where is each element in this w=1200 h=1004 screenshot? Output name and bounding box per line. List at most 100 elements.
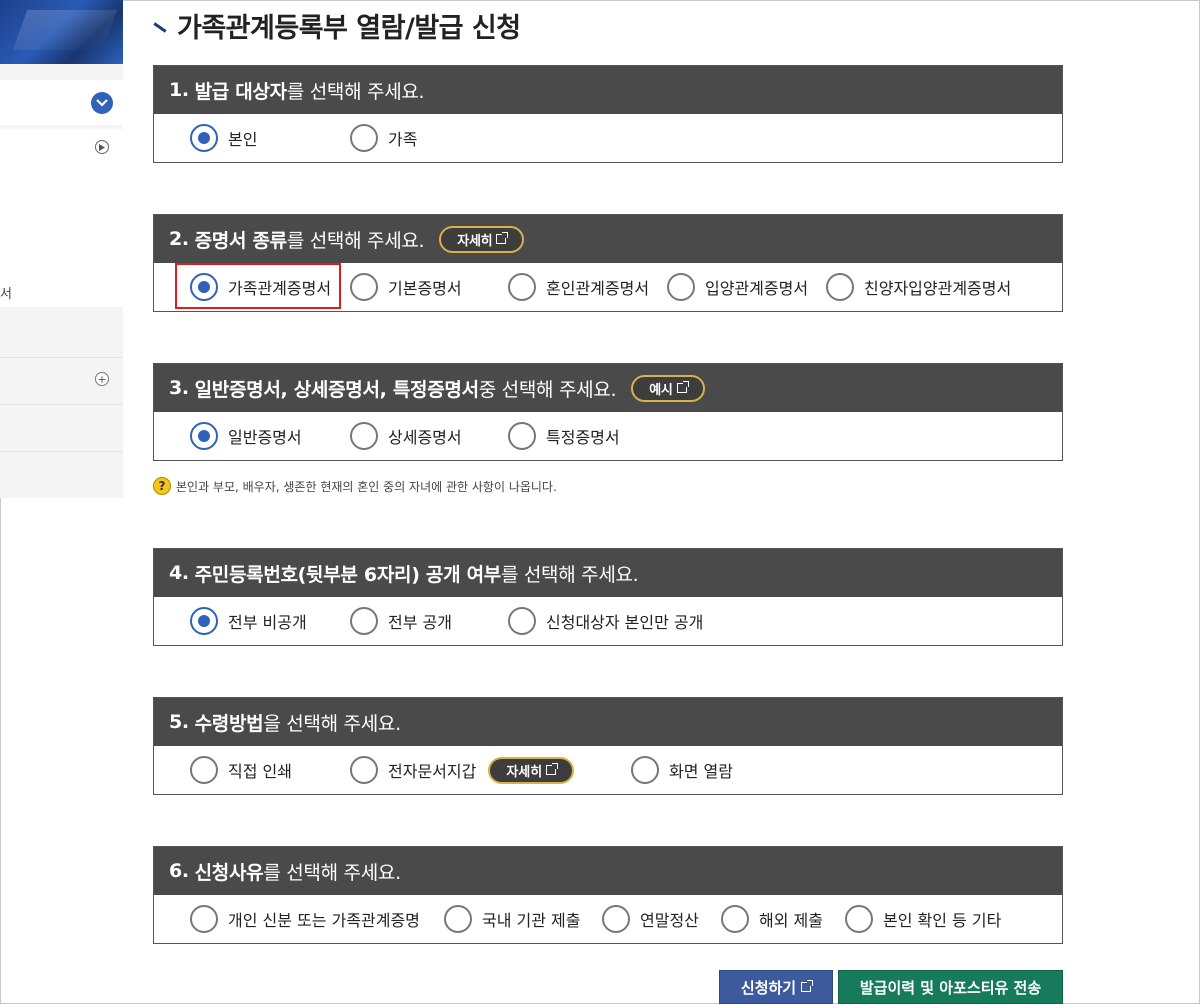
example-button[interactable]: 예시 [631,374,705,402]
section-header: 1. 발급 대상자 를 선택해 주세요. [154,66,1062,114]
section-header: 5. 수령방법 을 선택해 주세요. [154,698,1062,746]
section-header: 2. 증명서 종류 를 선택해 주세요. 자세히 [154,215,1062,263]
radio-button[interactable] [508,422,536,450]
radio-button[interactable] [190,422,218,450]
radio-label: 상세증명서 [388,428,462,447]
radio-option-family[interactable]: 가족 [350,123,417,153]
radio-option-self[interactable]: 본인 [190,123,257,153]
section-header: 3. 일반증명서, 상세증명서, 특정증명서 중 선택해 주세요. 예시 [154,364,1062,412]
radio-button[interactable] [190,756,218,784]
section-number: 6. [169,860,189,882]
radio-button[interactable] [444,905,472,933]
radio-button[interactable] [845,905,873,933]
details-button[interactable]: 자세히 [439,225,525,253]
radio-button[interactable] [350,422,378,450]
radio-option-specific[interactable]: 특정증명서 [508,421,620,451]
title-tick-icon [153,21,167,33]
section-title-bold: 신청사유 [194,861,264,884]
radio-option-tax[interactable]: 연말정산 [602,904,699,934]
radio-option-all-public[interactable]: 전부 공개 [350,606,452,636]
radio-option-basic[interactable]: 기본증명서 [350,272,462,302]
section-options: 일반증명서 상세증명서 특정증명서 [154,412,1062,460]
question-icon: ? [153,477,171,495]
radio-button[interactable] [190,273,218,301]
wallet-details-button[interactable]: 자세히 [488,756,575,784]
radio-button[interactable] [350,607,378,635]
details-button-label: 자세히 [506,764,543,780]
apply-button[interactable]: 신청하기 [719,970,833,1004]
section-options: 직접 인쇄 전자문서지갑 자세히 화면 열람 [154,746,1062,794]
radio-button[interactable] [602,905,630,933]
radio-button[interactable] [508,273,536,301]
radio-button[interactable] [190,905,218,933]
radio-option-screen-view[interactable]: 화면 열람 [631,755,733,785]
radio-button[interactable] [667,273,695,301]
radio-label: 본인 [228,130,258,149]
radio-button[interactable] [190,124,218,152]
radio-option-general[interactable]: 일반증명서 [190,421,302,451]
section-header: 4. 주민등록번호(뒷부분 6자리) 공개 여부 를 선택해 주세요. [154,549,1062,597]
section-title-rest: 을 선택해 주세요. [263,712,401,735]
radio-option-family-relation[interactable]: 가족관계증명서 [190,272,331,302]
radio-option-detailed[interactable]: 상세증명서 [350,421,462,451]
sidebar-submenu[interactable] [0,129,123,307]
radio-option-direct-print[interactable]: 직접 인쇄 [190,755,292,785]
radio-button[interactable] [826,273,854,301]
section-options: 개인 신분 또는 가족관계증명 국내 기관 제출 연말정산 해외 제출 본인 확… [154,895,1062,943]
radio-label: 전자문서지갑 [388,762,477,781]
external-link-icon [801,980,814,992]
radio-button[interactable] [721,905,749,933]
radio-label: 국내 기관 제출 [482,911,581,930]
radio-label: 일반증명서 [228,428,302,447]
radio-option-identity[interactable]: 개인 신분 또는 가족관계증명 [190,904,420,934]
section-header: 6. 신청사유 를 선택해 주세요. [154,847,1062,895]
info-note: ? 본인과 부모, 배우자, 생존한 현재의 혼인 중의 자녀에 관한 사항이 … [153,477,557,495]
radio-label: 친양자입양관계증명서 [864,279,1012,298]
section-number: 3. [169,377,189,399]
radio-button[interactable] [350,124,378,152]
radio-option-adoption[interactable]: 입양관계증명서 [667,272,808,302]
radio-option-marriage[interactable]: 혼인관계증명서 [508,272,649,302]
radio-label: 해외 제출 [759,911,823,930]
section-title-rest: 를 선택해 주세요. [286,229,425,252]
section-title-bold: 수령방법 [194,712,264,735]
radio-label: 전부 비공개 [228,613,307,632]
section-title-rest: 중 선택해 주세요. [478,378,617,401]
radio-label: 기본증명서 [388,279,462,298]
radio-option-e-wallet[interactable]: 전자문서지갑 자세히 [350,755,575,785]
radio-option-full-adoption[interactable]: 친양자입양관계증명서 [826,272,1011,302]
sidebar-item-label[interactable]: 서 [0,283,12,302]
play-icon[interactable] [95,140,109,154]
chevron-down-icon[interactable] [91,92,113,114]
section-number: 4. [169,562,189,584]
radio-option-domestic[interactable]: 국내 기관 제출 [444,904,581,934]
section-options: 가족관계증명서 기본증명서 혼인관계증명서 입양관계증명서 친양자입양관계증명서 [154,263,1062,311]
section-receipt-method: 5. 수령방법 을 선택해 주세요. 직접 인쇄 전자문서지갑 자세히 화면 열람 [153,697,1063,795]
history-apostille-button[interactable]: 발급이력 및 아포스티유 전송 [838,970,1063,1004]
page-title: 가족관계등록부 열람/발급 신청 [153,8,521,44]
radio-option-other[interactable]: 본인 확인 등 기타 [845,904,1001,934]
radio-button[interactable] [631,756,659,784]
sidebar-banner-image [0,0,123,64]
section-title-bold: 발급 대상자 [194,80,288,103]
radio-option-self-public[interactable]: 신청대상자 본인만 공개 [508,606,703,636]
radio-option-all-private[interactable]: 전부 비공개 [190,606,307,636]
sidebar-divider [0,357,123,358]
radio-label: 전부 공개 [388,613,452,632]
radio-label: 직접 인쇄 [228,762,292,781]
section-title-bold: 증명서 종류 [194,229,288,252]
history-button-label: 발급이력 및 아포스티유 전송 [859,978,1042,997]
section-title-bold: 주민등록번호(뒷부분 6자리) 공개 여부 [194,563,502,586]
radio-button[interactable] [190,607,218,635]
page-title-text: 가족관계등록부 열람/발급 신청 [177,12,521,44]
radio-button[interactable] [350,756,378,784]
plus-icon[interactable]: + [95,372,109,386]
radio-label: 연말정산 [640,911,699,930]
external-link-icon [676,381,689,393]
radio-option-overseas[interactable]: 해외 제출 [721,904,823,934]
section-target: 1. 발급 대상자 를 선택해 주세요. 본인 가족 [153,65,1063,163]
section-options: 전부 비공개 전부 공개 신청대상자 본인만 공개 [154,597,1062,645]
radio-button[interactable] [508,607,536,635]
radio-label: 개인 신분 또는 가족관계증명 [228,911,420,930]
radio-button[interactable] [350,273,378,301]
